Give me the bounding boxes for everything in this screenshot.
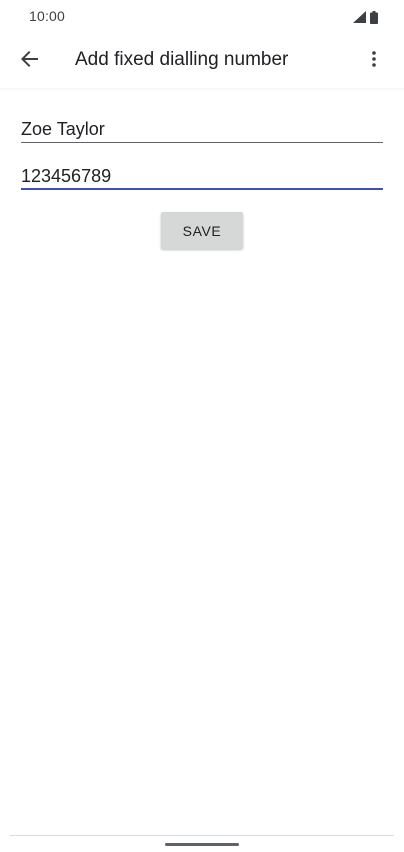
- status-bar: 10:00: [0, 0, 404, 34]
- more-vert-icon: [372, 50, 376, 72]
- name-field-container: [21, 109, 383, 143]
- number-field-container: [21, 156, 383, 190]
- name-input[interactable]: [21, 109, 383, 143]
- back-button[interactable]: [14, 45, 46, 77]
- number-input[interactable]: [21, 156, 383, 190]
- name-field-underline: [21, 142, 383, 143]
- signal-icon: [353, 11, 366, 23]
- app-bar: Add fixed dialling number: [0, 34, 404, 88]
- gesture-nav-handle[interactable]: [165, 843, 239, 846]
- page-title: Add fixed dialling number: [75, 49, 289, 70]
- battery-icon: [370, 10, 378, 24]
- save-button[interactable]: SAVE: [161, 212, 243, 249]
- status-icons: [353, 10, 378, 24]
- number-field-underline: [21, 188, 383, 190]
- add-fdn-screen: 10:00 Add fixed dialling number Zoe Tayl…: [0, 0, 404, 852]
- nav-divider: [10, 835, 394, 836]
- arrow-left-icon: [21, 50, 39, 73]
- status-time: 10:00: [29, 8, 66, 24]
- more-options-button[interactable]: [358, 45, 390, 77]
